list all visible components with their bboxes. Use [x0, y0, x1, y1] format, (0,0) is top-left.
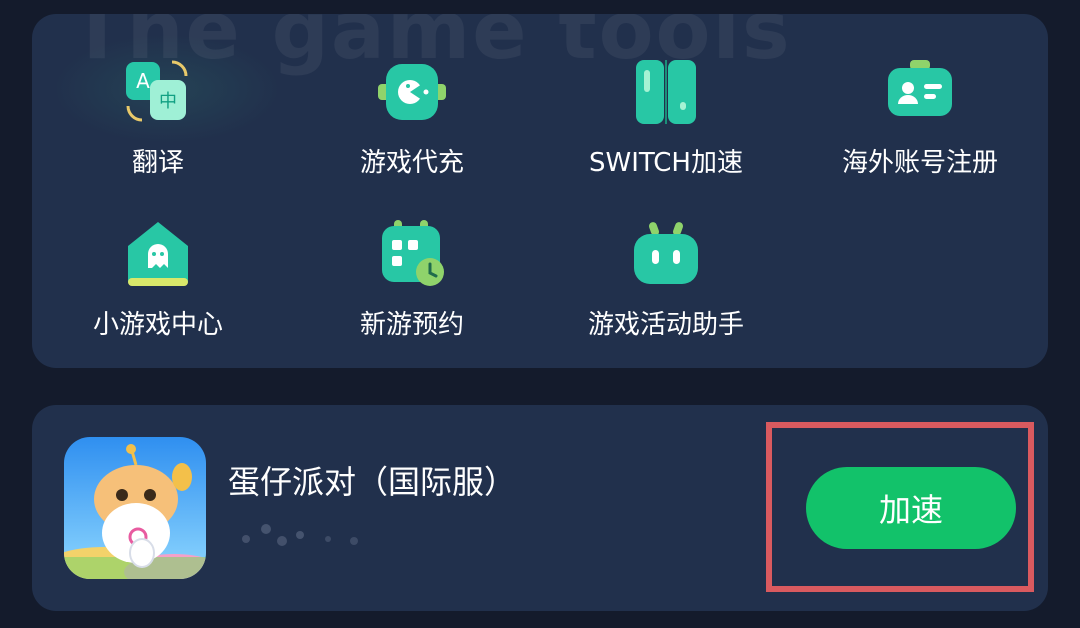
- tool-new-game-reservation[interactable]: 新游预约: [297, 218, 527, 348]
- tool-label: 新游预约: [359, 310, 464, 340]
- tools-panel: The game tools A 中 翻译 游戏代充 SWITCH加速 海外账号…: [32, 14, 1048, 368]
- svg-text:A: A: [136, 69, 150, 93]
- game-title: 蛋仔派对（国际服）: [228, 463, 517, 501]
- eggy-party-thumbnail-icon: [64, 437, 206, 579]
- blurred-subtitle: [242, 524, 358, 546]
- game-topup-icon: [378, 64, 446, 120]
- tool-game-topup[interactable]: 游戏代充: [297, 56, 527, 186]
- tool-game-event-assistant[interactable]: 游戏活动助手: [551, 218, 781, 348]
- tool-label: 游戏活动助手: [587, 310, 744, 340]
- translate-icon: A 中: [126, 60, 188, 122]
- tool-label: 游戏代充: [359, 148, 464, 178]
- svg-text:中: 中: [159, 91, 177, 112]
- tool-translate[interactable]: A 中 翻译: [43, 56, 273, 186]
- tool-label: 翻译: [131, 148, 184, 178]
- tool-label: 小游戏中心: [92, 310, 223, 340]
- new-game-reservation-icon: [382, 220, 444, 286]
- game-thumbnail[interactable]: [64, 437, 206, 579]
- accelerate-button[interactable]: 加速: [806, 467, 1016, 549]
- overseas-account-icon: [888, 60, 952, 116]
- mini-game-center-icon: [128, 222, 188, 286]
- tool-overseas-account[interactable]: 海外账号注册: [805, 56, 1035, 186]
- tool-label: 海外账号注册: [841, 148, 998, 178]
- tool-switch-accelerate[interactable]: SWITCH加速: [551, 56, 781, 186]
- tool-label: SWITCH加速: [589, 148, 743, 178]
- game-event-assistant-icon: [634, 222, 698, 284]
- switch-icon: [636, 60, 696, 124]
- tool-mini-game-center[interactable]: 小游戏中心: [43, 218, 273, 348]
